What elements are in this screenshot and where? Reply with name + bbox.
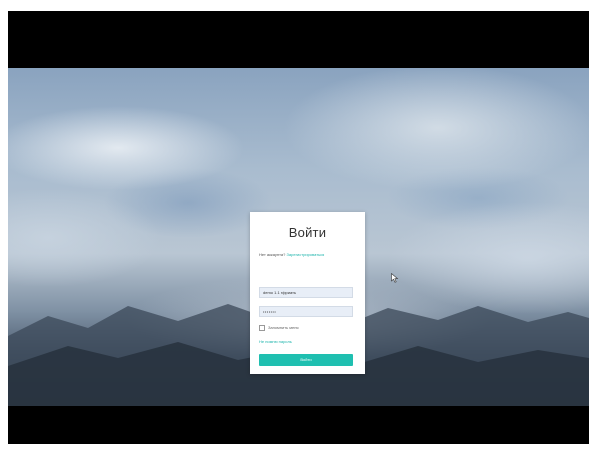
background-scene: Войти Нет аккаунта? Зарегистрироваться d…	[8, 68, 589, 406]
forgot-password-link[interactable]: Не помню пароль	[259, 339, 292, 344]
signup-prompt: Нет аккаунта?	[259, 252, 286, 257]
signup-row: Нет аккаунта? Зарегистрироваться	[259, 252, 359, 257]
password-field[interactable]: •••••••	[259, 306, 353, 317]
login-field[interactable]: demo 1.1 гфриать	[259, 287, 353, 298]
video-frame: Войти Нет аккаунта? Зарегистрироваться d…	[8, 11, 589, 444]
remember-me-row[interactable]: Запомнить меня	[259, 325, 299, 331]
login-title: Войти	[288, 225, 327, 240]
mouse-pointer-icon	[391, 273, 399, 283]
remember-me-label: Запомнить меня	[268, 325, 299, 331]
signup-link[interactable]: Зарегистрироваться	[287, 252, 325, 257]
login-submit-button[interactable]: Войти	[259, 354, 353, 366]
remember-me-checkbox[interactable]	[259, 325, 265, 331]
login-card: Войти Нет аккаунта? Зарегистрироваться d…	[250, 212, 365, 374]
